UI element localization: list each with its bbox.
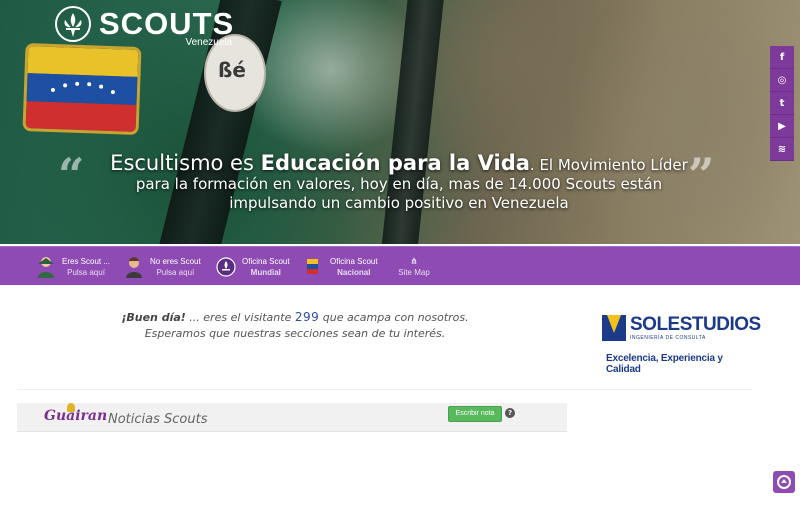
venezuela-flag-icon xyxy=(304,256,324,278)
scout-avatar-icon xyxy=(36,256,56,278)
visitor-counter: 299 xyxy=(294,310,320,324)
sitemap-icon: ⋔ xyxy=(410,256,418,266)
fleur-de-lis-icon xyxy=(55,6,91,42)
quick-links-bar: Eres Scout ... Pulsa aquí No eres Scout Pu… xyxy=(0,246,800,285)
nav-site-map[interactable]: ⋔ Site Map xyxy=(398,253,430,281)
visitor-greeting: ¡Buen día! ... eres el visitante 299 que… xyxy=(110,309,480,342)
write-note-button[interactable]: Escribir nota xyxy=(448,406,502,422)
brand-name: SCOUTS Venezuela xyxy=(99,6,235,48)
youtube-icon[interactable]: ▶ xyxy=(770,115,794,138)
greeting-hello: ¡Buen día! xyxy=(121,311,186,324)
news-title: Noticias Scouts xyxy=(108,412,208,427)
divider xyxy=(17,389,752,390)
scroll-to-top-button[interactable] xyxy=(773,471,795,493)
instagram-icon[interactable]: ◎ xyxy=(770,69,794,92)
chevron-up-icon xyxy=(777,475,791,489)
nav-no-eres-scout[interactable]: No eres Scout Pulsa aquí xyxy=(124,253,201,281)
nav-oficina-nacional[interactable]: Oficina Scout Nacional xyxy=(304,253,378,281)
news-header: Guairan Noticias Scouts Escribir nota ? xyxy=(17,403,567,432)
hero-tagline: Escultismo es Educación para la Vida. El… xyxy=(110,151,688,213)
solestudios-logo-icon xyxy=(602,315,626,341)
guairan-logo[interactable]: Guairan xyxy=(44,408,107,424)
venezuela-flag-patch xyxy=(22,43,142,135)
nav-oficina-mundial[interactable]: Oficina Scout Mundial xyxy=(216,253,290,281)
scouts-logo[interactable]: SCOUTS Venezuela xyxy=(55,6,235,48)
twitter-icon[interactable]: t xyxy=(770,92,794,115)
person-avatar-icon xyxy=(124,256,144,278)
greeting-subtext: Esperamos que nuestras secciones sean de… xyxy=(144,327,446,340)
hero-banner: ßé SCOUTS Venezuela “ ” Escultismo es Ed… xyxy=(0,0,800,244)
ad-brand-name: SOLESTUDIOS xyxy=(630,314,761,335)
facebook-icon[interactable]: f xyxy=(770,46,794,69)
world-scout-emblem-icon xyxy=(216,256,236,278)
ad-subtitle: INGENIERÍA DE CONSULTA xyxy=(630,335,706,341)
rss-icon[interactable]: ≋ xyxy=(770,138,794,161)
brand-subtitle: Venezuela xyxy=(185,37,233,48)
nav-eres-scout[interactable]: Eres Scout ... Pulsa aquí xyxy=(36,253,110,281)
ad-slogan: Excelencia, Experiencia y Calidad xyxy=(606,353,723,375)
social-links: f ◎ t ▶ ≋ xyxy=(770,46,794,161)
quote-open-icon: “ xyxy=(58,148,85,202)
tagline-emphasis: Educación para la Vida xyxy=(260,151,530,175)
help-icon[interactable]: ? xyxy=(505,408,515,418)
solestudios-ad[interactable]: SOLESTUDIOS INGENIERÍA DE CONSULTA Excel… xyxy=(598,305,761,379)
